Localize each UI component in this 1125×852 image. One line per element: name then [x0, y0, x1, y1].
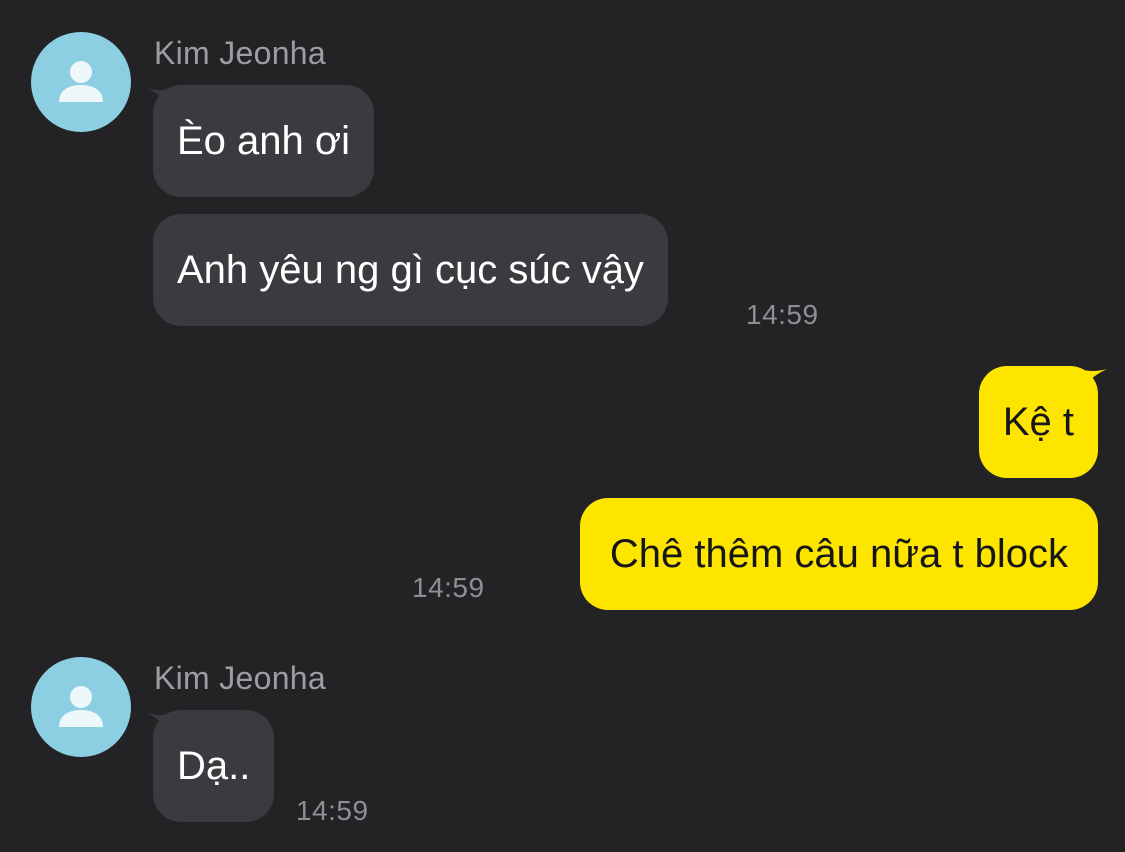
- message-timestamp: 14:59: [296, 795, 369, 826]
- message-timestamp: 14:59: [746, 299, 819, 330]
- sender-avatar[interactable]: [31, 657, 131, 757]
- sender-name: Kim Jeonha: [154, 35, 326, 71]
- default-profile-icon: [59, 686, 103, 727]
- message-bubble[interactable]: Chê thêm câu nữa t block: [579, 498, 1098, 610]
- message-bubble[interactable]: Èo anh ơi: [153, 85, 375, 197]
- message-bubble[interactable]: Anh yêu ng gì cục súc vậy: [153, 214, 668, 326]
- message-bubble[interactable]: Dạ..: [153, 710, 275, 822]
- message-bubble[interactable]: Kệ t: [978, 366, 1098, 478]
- sender-avatar[interactable]: [31, 32, 131, 132]
- default-profile-icon: [59, 61, 103, 102]
- message-timestamp: 14:59: [412, 572, 485, 603]
- sender-name: Kim Jeonha: [154, 660, 326, 696]
